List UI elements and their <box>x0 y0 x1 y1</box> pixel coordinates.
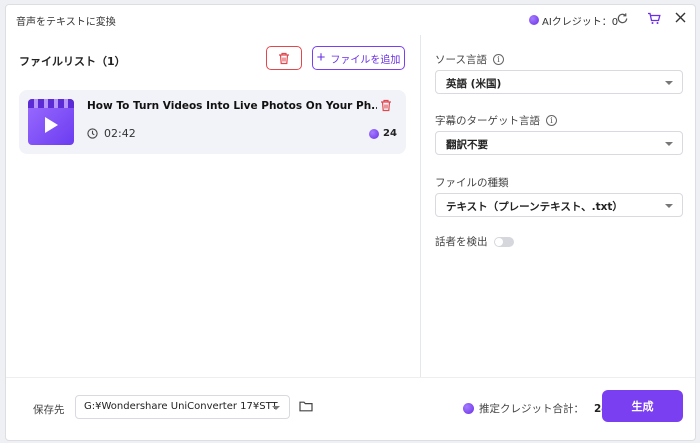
info-icon[interactable]: i <box>546 115 557 126</box>
save-path-value: G:¥Wondershare UniConverter 17¥STT <box>84 401 278 412</box>
source-language-select[interactable]: 英語 (米国) <box>435 70 683 94</box>
chevron-down-icon <box>665 142 673 146</box>
file-list-title: ファイルリスト（1） <box>19 55 126 68</box>
source-language-label-text: ソース言語 <box>435 54 487 66</box>
chevron-down-icon <box>665 204 673 208</box>
target-language-label-text: 字幕のターゲット言語 <box>435 115 540 127</box>
target-language-label: 字幕のターゲット言語 i <box>435 113 557 128</box>
save-path-select[interactable]: G:¥Wondershare UniConverter 17¥STT <box>75 395 290 419</box>
source-language-label: ソース言語 i <box>435 52 504 67</box>
file-type-select[interactable]: テキスト（プレーンテキスト、.txt） <box>435 193 683 217</box>
add-file-button[interactable]: + ファイルを追加 <box>312 46 405 70</box>
speaker-detect-label: 話者を検出 <box>435 236 488 248</box>
file-credit: 24 <box>369 128 397 139</box>
credit-coin-icon <box>463 403 474 414</box>
trash-icon <box>381 99 391 112</box>
cart-icon[interactable] <box>647 12 661 28</box>
title-bar: 音声をテキストに変換 AIクレジット：0 <box>6 5 695 35</box>
file-type-label: ファイルの種類 <box>435 175 509 190</box>
delete-file-button[interactable] <box>380 99 392 115</box>
generate-button[interactable]: 生成 <box>602 390 683 422</box>
file-name: How To Turn Videos Into Live Photos On Y… <box>87 100 377 112</box>
chevron-down-icon <box>665 81 673 85</box>
file-list-panel: ファイルリスト（1） + ファイルを追加 How To Turn Videos … <box>6 35 420 377</box>
clock-icon <box>87 128 98 139</box>
file-duration: 02:42 <box>87 127 136 140</box>
source-language-value: 英語 (米国) <box>446 78 502 90</box>
file-type-value: テキスト（プレーンテキスト、.txt） <box>446 201 623 213</box>
chevron-down-icon <box>272 406 280 410</box>
folder-button[interactable] <box>299 400 313 415</box>
credit-coin-icon <box>369 128 379 139</box>
video-thumbnail-icon <box>28 99 74 145</box>
credit-coin-icon <box>529 15 539 25</box>
delete-all-button[interactable] <box>266 46 302 70</box>
ai-credit-label: AIクレジット：0 <box>542 16 619 28</box>
duration-text: 02:42 <box>104 127 136 140</box>
folder-icon <box>299 401 313 412</box>
list-item[interactable]: How To Turn Videos Into Live Photos On Y… <box>19 90 406 154</box>
refresh-icon[interactable] <box>616 12 629 28</box>
info-icon[interactable]: i <box>492 54 504 65</box>
ai-credit: AIクレジット：0 <box>529 12 618 28</box>
window-title: 音声をテキストに変換 <box>16 17 116 28</box>
speaker-detect-row: 話者を検出 <box>435 234 514 249</box>
trash-icon <box>279 52 289 64</box>
file-type-label-text: ファイルの種類 <box>435 177 509 189</box>
file-credit-value: 24 <box>383 128 397 139</box>
estimated-credits-label: 推定クレジット合計： <box>479 403 584 415</box>
panel-divider <box>420 35 421 377</box>
footer-divider <box>6 377 695 378</box>
close-icon[interactable] <box>674 11 687 27</box>
estimated-credits: 推定クレジット合計： 24 <box>463 401 609 416</box>
plus-icon: + <box>316 49 326 66</box>
target-language-value: 翻訳不要 <box>446 139 488 151</box>
speaker-detect-toggle[interactable] <box>493 236 514 247</box>
dialog-window: 音声をテキストに変換 AIクレジット：0 ファイルリスト（1） + ファイルを追… <box>5 4 696 441</box>
save-location-label: 保存先 <box>33 404 65 416</box>
add-file-label: ファイルを追加 <box>330 54 401 66</box>
target-language-select[interactable]: 翻訳不要 <box>435 131 683 155</box>
